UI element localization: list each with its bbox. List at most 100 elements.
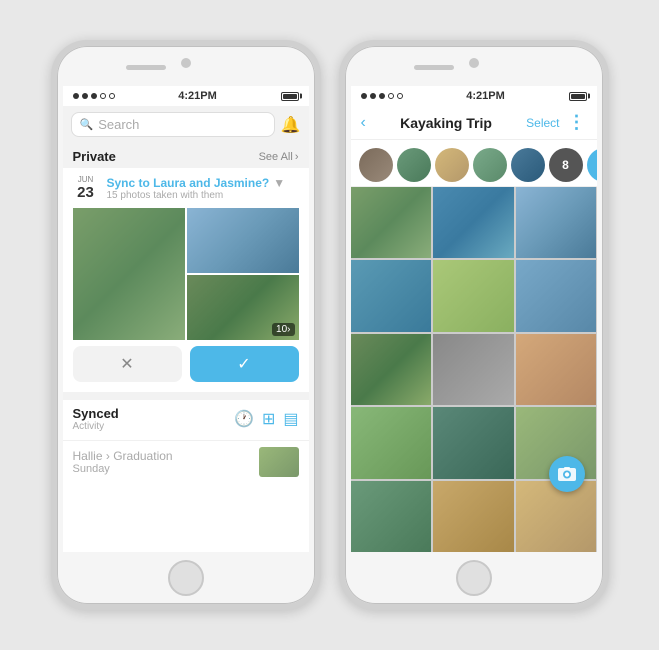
add-avatar-button[interactable]: + (587, 148, 597, 182)
status-time-right: 4:21PM (466, 90, 505, 102)
battery-fill-right (571, 94, 585, 99)
search-icon: 🔍 (80, 118, 94, 131)
select-button[interactable]: Select (526, 116, 559, 130)
see-all-button[interactable]: See All › (259, 151, 299, 163)
photo-fab-icon (557, 464, 577, 484)
reject-button[interactable]: ✕ (73, 346, 182, 382)
synced-icon-group: 🕐 ⊞ ▤ (234, 409, 298, 429)
home-button-right[interactable] (456, 560, 492, 596)
photo-cell-main (73, 208, 185, 340)
phone-left: 4:21PM 🔍 Search 🔔 Private Se (51, 40, 321, 610)
dropdown-arrow-icon: ▼ (273, 176, 285, 190)
dot4 (100, 93, 106, 99)
date-day: 23 (77, 184, 94, 202)
search-bar-row: 🔍 Search 🔔 (63, 106, 309, 143)
divider1 (63, 392, 309, 400)
list-icon[interactable]: ▤ (283, 409, 298, 429)
more-button[interactable]: ⋮ (568, 112, 587, 133)
search-placeholder: Search (98, 117, 139, 132)
grid-icon[interactable]: ⊞ (262, 409, 275, 429)
fab-button[interactable] (549, 456, 585, 492)
avatars-row: 8 + (351, 140, 597, 187)
avatar-3[interactable] (435, 148, 469, 182)
synced-title: Synced (73, 406, 119, 421)
rdot4 (388, 93, 394, 99)
speaker-right (414, 65, 454, 70)
album-thumbnail (259, 447, 299, 477)
nav-title: Kayaking Trip (400, 115, 492, 131)
grid-photo-11 (433, 407, 514, 478)
back-button[interactable]: ‹ (361, 114, 366, 132)
synced-section: Synced Activity 🕐 ⊞ ▤ (63, 400, 309, 440)
synced-header: Synced Activity 🕐 ⊞ ▤ (73, 406, 299, 432)
date-month: JUN (78, 176, 94, 184)
avatar-5[interactable] (511, 148, 545, 182)
grid-photo-15 (516, 481, 597, 552)
phone-right: 4:21PM ‹ Kayaking Trip Select ⋮ (339, 40, 609, 610)
avatar-2[interactable] (397, 148, 431, 182)
private-card: JUN 23 Sync to Laura and Jasmine? ▼ 15 p… (63, 168, 309, 392)
home-button[interactable] (168, 560, 204, 596)
album-info: Hallie › Graduation Sunday (73, 449, 173, 475)
action-buttons: ✕ ✓ (73, 346, 299, 382)
grid-photo-10 (351, 407, 432, 478)
card-subtitle: 15 photos taken with them (107, 190, 299, 201)
rdot2 (370, 93, 376, 99)
status-time-left: 4:21PM (178, 90, 217, 102)
status-bar-left: 4:21PM (63, 86, 309, 106)
photo-cell-br: 10 › (187, 275, 299, 340)
battery-icon (281, 92, 299, 101)
rdot5 (397, 93, 403, 99)
card-title[interactable]: Sync to Laura and Jasmine? (107, 176, 270, 190)
search-box[interactable]: 🔍 Search (71, 112, 275, 137)
grid-photo-6 (516, 260, 597, 331)
private-title: Private (73, 149, 116, 164)
dot1 (73, 93, 79, 99)
speaker (126, 65, 166, 70)
screen-left: 4:21PM 🔍 Search 🔔 Private Se (63, 86, 309, 552)
card-header: JUN 23 Sync to Laura and Jasmine? ▼ 15 p… (73, 176, 299, 202)
date-badge: JUN 23 (73, 176, 99, 202)
status-right-right (569, 92, 587, 101)
nav-right-group: Select ⋮ (526, 112, 586, 133)
grid-photo-13 (351, 481, 432, 552)
status-right-left (281, 92, 299, 101)
photo-grid-main (351, 187, 597, 552)
battery-fill (283, 94, 297, 99)
grid-photo-1 (351, 187, 432, 258)
grid-photo-3 (516, 187, 597, 258)
avatar-count[interactable]: 8 (549, 148, 583, 182)
status-bar-right: 4:21PM (351, 86, 597, 106)
more-count-overlay: 10 › (272, 323, 294, 336)
nav-bar: ‹ Kayaking Trip Select ⋮ (351, 106, 597, 140)
grid-photo-9 (516, 334, 597, 405)
photo-cell-tr (187, 208, 299, 273)
photo-grid: 10 › (73, 208, 299, 340)
album-title: Hallie › Graduation (73, 449, 173, 463)
grid-photo-4 (351, 260, 432, 331)
grid-photo-7 (351, 334, 432, 405)
grid-photo-8 (433, 334, 514, 405)
dot5 (109, 93, 115, 99)
rdot1 (361, 93, 367, 99)
synced-title-group: Synced Activity (73, 406, 119, 432)
dot2 (82, 93, 88, 99)
rdot3 (379, 93, 385, 99)
avatar-1[interactable] (359, 148, 393, 182)
clock-icon[interactable]: 🕐 (234, 409, 254, 429)
signal-dots (73, 93, 115, 99)
grid-photo-2 (433, 187, 514, 258)
bell-icon[interactable]: 🔔 (281, 115, 301, 135)
album-day: Sunday (73, 463, 173, 475)
grid-photo-14 (433, 481, 514, 552)
accept-button[interactable]: ✓ (190, 346, 299, 382)
avatar-4[interactable] (473, 148, 507, 182)
signal-dots-right (361, 93, 403, 99)
card-title-area: Sync to Laura and Jasmine? ▼ 15 photos t… (107, 176, 299, 201)
synced-subtitle: Activity (73, 421, 119, 432)
screen-right: 4:21PM ‹ Kayaking Trip Select ⋮ (351, 86, 597, 552)
dot3 (91, 93, 97, 99)
album-row: Hallie › Graduation Sunday (63, 440, 309, 483)
grid-photo-5 (433, 260, 514, 331)
private-section-header: Private See All › (63, 143, 309, 168)
